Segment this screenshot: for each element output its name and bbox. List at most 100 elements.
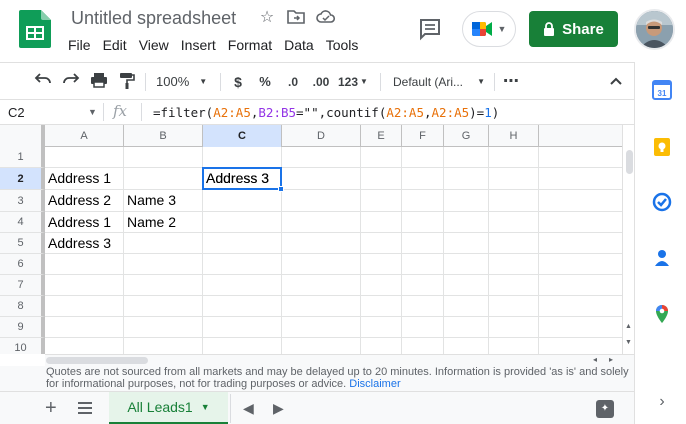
cell-g6[interactable] [444,254,489,275]
cell-d2[interactable] [282,168,361,190]
scroll-tabs-left-icon[interactable]: ◀ [243,400,254,416]
scroll-tabs-right-icon[interactable]: ▶ [273,400,284,416]
menu-format[interactable]: Format [222,35,278,55]
percent-button[interactable]: % [256,72,274,92]
cell-d5[interactable] [282,233,361,254]
row-header-6[interactable]: 6 [0,254,45,275]
name-box-dropdown-icon[interactable]: ▼ [88,104,97,121]
calendar-icon[interactable]: 31 [652,80,672,100]
cell-d6[interactable] [282,254,361,275]
cell-a2[interactable]: Address 1 [45,168,124,190]
cell-h9[interactable] [489,317,539,338]
cell-c6[interactable] [203,254,282,275]
star-icon[interactable]: ☆ [258,9,276,27]
row-header-1[interactable]: 1 [0,147,45,168]
cell-e5[interactable] [361,233,402,254]
decrease-decimal-button[interactable]: .0 [282,72,304,92]
cell-f7[interactable] [402,275,444,296]
redo-icon[interactable] [61,72,81,92]
cell-b3[interactable]: Name 3 [124,190,203,212]
cell-g4[interactable] [444,212,489,233]
cell-e4[interactable] [361,212,402,233]
cell-c5[interactable] [203,233,282,254]
cell-c10[interactable] [203,338,282,354]
cell-a8[interactable] [45,296,124,317]
zoom-select[interactable]: 100% ▼ [156,72,212,92]
undo-icon[interactable] [33,72,53,92]
cell-c8[interactable] [203,296,282,317]
cell-h5[interactable] [489,233,539,254]
print-icon[interactable] [89,72,109,92]
explore-icon[interactable]: ✦ [596,400,614,418]
contacts-icon[interactable] [652,248,672,268]
cell-f5[interactable] [402,233,444,254]
cell-d8[interactable] [282,296,361,317]
column-header-f[interactable]: F [402,125,444,147]
increase-decimal-button[interactable]: .00 [309,72,333,92]
cell-f9[interactable] [402,317,444,338]
cell-e9[interactable] [361,317,402,338]
cell-a10[interactable] [45,338,124,354]
menu-view[interactable]: View [133,35,175,55]
cell-e1[interactable] [361,147,402,168]
expand-panel-icon[interactable]: › [652,392,672,412]
cloud-status-icon[interactable] [316,9,336,27]
cell-h8[interactable] [489,296,539,317]
cell-h2[interactable] [489,168,539,190]
maps-icon[interactable] [652,304,672,324]
cell-a9[interactable] [45,317,124,338]
cell-d9[interactable] [282,317,361,338]
column-header-a[interactable]: A [45,125,124,147]
cell-e8[interactable] [361,296,402,317]
paint-format-icon[interactable] [117,72,137,92]
row-header-3[interactable]: 3 [0,190,45,212]
scroll-up-icon[interactable]: ▲ [625,323,632,330]
cell-e10[interactable] [361,338,402,354]
cell-b9[interactable] [124,317,203,338]
menu-tools[interactable]: Tools [320,35,365,55]
cell-g1[interactable] [444,147,489,168]
move-folder-icon[interactable] [287,9,305,27]
cell-e7[interactable] [361,275,402,296]
cell-b4[interactable]: Name 2 [124,212,203,233]
cell-g2[interactable] [444,168,489,190]
collapse-toolbar-icon[interactable] [606,72,626,92]
cell-e2[interactable] [361,168,402,190]
sheets-logo-icon[interactable] [19,10,51,48]
cell-f4[interactable] [402,212,444,233]
cell-a6[interactable] [45,254,124,275]
comment-history-icon[interactable] [416,15,444,43]
cell-f8[interactable] [402,296,444,317]
cell-h10[interactable] [489,338,539,354]
column-header-e[interactable]: E [361,125,402,147]
cell-h1[interactable] [489,147,539,168]
cell-f6[interactable] [402,254,444,275]
menu-file[interactable]: File [62,35,97,55]
cell-a4[interactable]: Address 1 [45,212,124,233]
font-select[interactable]: Default (Ari... ▼ [393,72,485,92]
horizontal-scrollbar[interactable]: ◂ ▸ [45,354,634,366]
cell-b1[interactable] [124,147,203,168]
name-box[interactable]: C2 [8,104,98,121]
cell-c9[interactable] [203,317,282,338]
vertical-scrollbar[interactable]: ▲ ▼ [622,125,634,354]
cell-f10[interactable] [402,338,444,354]
row-header-5[interactable]: 5 [0,233,45,254]
account-avatar[interactable] [634,9,675,50]
cell-a7[interactable] [45,275,124,296]
menu-insert[interactable]: Insert [175,35,222,55]
fill-handle[interactable] [278,186,284,192]
row-header-10[interactable]: 10 [0,338,45,354]
column-header-g[interactable]: G [444,125,489,147]
row-header-9[interactable]: 9 [0,317,45,338]
meet-button[interactable]: ▼ [462,11,516,47]
cell-g8[interactable] [444,296,489,317]
cell-c4[interactable] [203,212,282,233]
cell-d7[interactable] [282,275,361,296]
row-header-8[interactable]: 8 [0,296,45,317]
row-header-4[interactable]: 4 [0,212,45,233]
column-header-d[interactable]: D [282,125,361,147]
cell-b6[interactable] [124,254,203,275]
cell-d3[interactable] [282,190,361,212]
cell-h6[interactable] [489,254,539,275]
